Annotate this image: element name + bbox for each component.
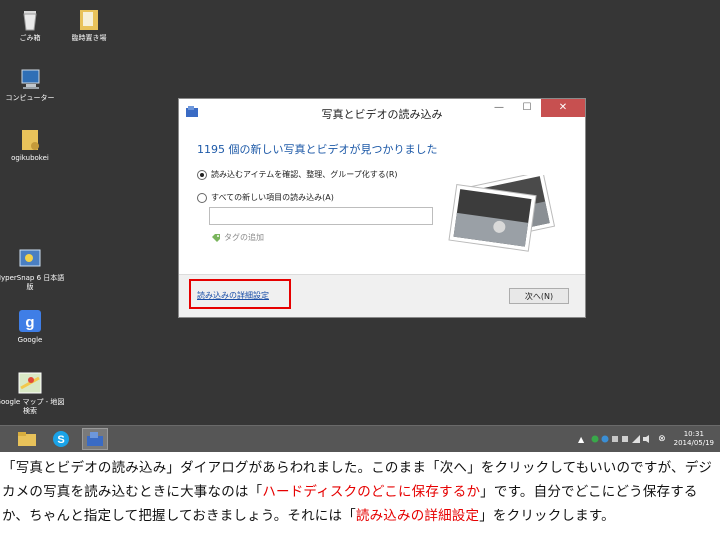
option-review-label: 読み込むアイテムを確認、整理、グループ化する(R) [211, 170, 398, 179]
explorer-icon [18, 432, 36, 446]
dialog-titlebar[interactable]: 写真とビデオの読み込み — ☐ ✕ [179, 99, 585, 125]
desktop-icon-label: Google マップ - 地図検索 [0, 398, 65, 415]
photo-stack-illustration [441, 170, 561, 255]
import-app-taskbar-icon [87, 432, 103, 446]
svg-text:g: g [25, 314, 34, 331]
desktop-icon-label: 臨時置き場 [71, 34, 107, 42]
option-review-organize[interactable]: 読み込むアイテムを確認、整理、グループ化する(R) [197, 169, 398, 180]
temp-folder-shortcut[interactable]: 臨時置き場 [54, 6, 124, 43]
google-maps-shortcut[interactable]: Google マップ - 地図検索 [0, 370, 65, 416]
google-shortcut[interactable]: g Google [0, 308, 65, 345]
tutorial-caption: 「写真とビデオの読み込み」ダイアログがあらわれました。このまま「次へ」をクリック… [2, 456, 718, 528]
computer-icon [17, 66, 43, 92]
system-tray: ▲ ⊗ 10:31 2014/05/19 [578, 429, 714, 449]
caption-highlight1: ハードディスクのどこに保存するか [262, 484, 481, 500]
tag-icon [212, 233, 220, 242]
computer-shortcut[interactable]: コンピューター [0, 66, 65, 103]
tray-icons[interactable] [590, 434, 650, 444]
desktop-icon-label: ogikubokei [11, 154, 49, 162]
google-icon: g [17, 308, 43, 334]
radio-unselected-icon[interactable] [197, 192, 207, 203]
minimize-button[interactable]: — [485, 99, 513, 117]
hypersnap-shortcut[interactable]: HyperSnap 6 日本語版 [0, 246, 65, 292]
tray-expand-icon[interactable]: ▲ [578, 435, 584, 444]
close-button[interactable]: ✕ [541, 99, 585, 117]
found-items-heading: 1195 個の新しい写真とビデオが見つかりました [197, 143, 438, 156]
import-taskbar-button[interactable] [82, 428, 108, 450]
advanced-settings-link[interactable]: 読み込みの詳細設定 [197, 290, 269, 301]
add-tag-label: タグの追加 [224, 233, 264, 242]
google-maps-icon [17, 370, 43, 396]
import-dialog: 写真とビデオの読み込み — ☐ ✕ 1195 個の新しい写真とビデオが見つかりま… [178, 98, 586, 318]
clock[interactable]: 10:31 2014/05/19 [674, 430, 714, 448]
caption-part3: 」をクリックします。 [479, 508, 615, 524]
clock-date: 2014/05/19 [673, 439, 714, 447]
desktop-icon-label: コンピューター [5, 94, 55, 102]
clock-time: 10:31 [683, 430, 704, 438]
desktop-icon-label: HyperSnap 6 日本語版 [0, 274, 65, 291]
add-tag-link[interactable]: タグの追加 [211, 232, 264, 243]
notification-icon[interactable]: ⊗ [658, 434, 666, 444]
option-import-all-label: すべての新しい項目の読み込み(A) [211, 193, 334, 202]
option-import-all[interactable]: すべての新しい項目の読み込み(A) [197, 192, 334, 203]
next-button[interactable]: 次へ(N) [509, 288, 569, 304]
caption-highlight2: 読み込みの詳細設定 [355, 508, 480, 524]
user-folder-shortcut[interactable]: ogikubokei [0, 126, 65, 163]
taskbar: S ▲ ⊗ 10:31 2014/05/19 [0, 425, 720, 452]
hypersnap-icon [17, 246, 43, 272]
svg-text:S: S [57, 434, 64, 446]
tag-input[interactable] [209, 207, 433, 225]
folder-icon [76, 6, 102, 32]
radio-selected-icon[interactable] [197, 169, 207, 180]
skype-icon: S [53, 431, 69, 447]
explorer-taskbar-button[interactable] [14, 428, 40, 450]
recycle-bin-icon [17, 6, 43, 32]
advanced-settings-highlight[interactable]: 読み込みの詳細設定 [189, 279, 291, 309]
skype-taskbar-button[interactable]: S [48, 428, 74, 450]
maximize-button[interactable]: ☐ [513, 99, 541, 117]
user-folder-icon [17, 126, 43, 152]
desktop-icon-label: Google [17, 336, 43, 344]
